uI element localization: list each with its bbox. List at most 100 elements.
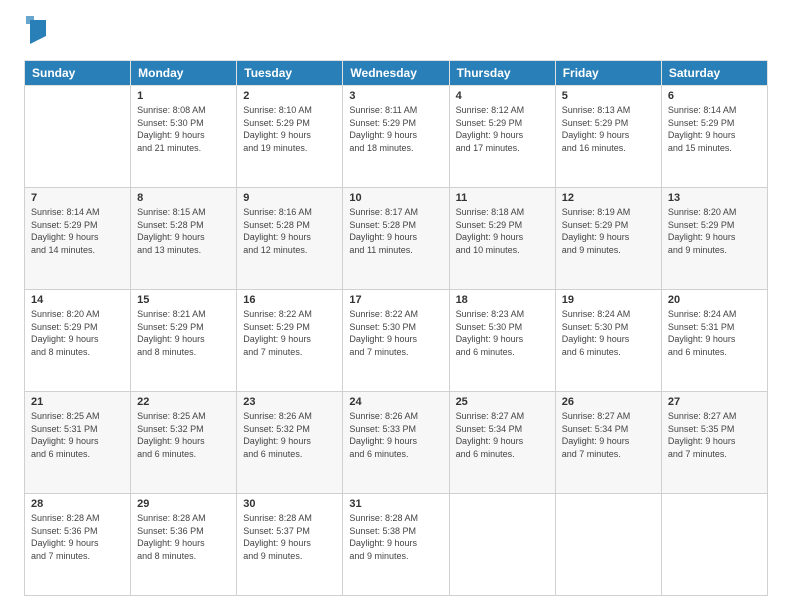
- day-info: Sunrise: 8:11 AM Sunset: 5:29 PM Dayligh…: [349, 104, 442, 154]
- page: SundayMondayTuesdayWednesdayThursdayFrid…: [0, 0, 792, 612]
- week-row-4: 28 Sunrise: 8:28 AM Sunset: 5:36 PM Dayli…: [25, 494, 768, 596]
- logo: [24, 20, 46, 48]
- calendar-cell: 11 Sunrise: 8:18 AM Sunset: 5:29 PM Dayli…: [449, 188, 555, 290]
- day-info: Sunrise: 8:16 AM Sunset: 5:28 PM Dayligh…: [243, 206, 336, 256]
- calendar-cell: 17 Sunrise: 8:22 AM Sunset: 5:30 PM Dayli…: [343, 290, 449, 392]
- day-number: 31: [349, 498, 442, 510]
- day-info: Sunrise: 8:17 AM Sunset: 5:28 PM Dayligh…: [349, 206, 442, 256]
- calendar-cell: 5Sunrise: 8:13 AM Sunset: 5:29 PM Daylig…: [555, 86, 661, 188]
- day-info: Sunrise: 8:15 AM Sunset: 5:28 PM Dayligh…: [137, 206, 230, 256]
- day-number: 7: [31, 192, 124, 204]
- day-number: 18: [456, 294, 549, 306]
- calendar-cell: [25, 86, 131, 188]
- day-number: 19: [562, 294, 655, 306]
- day-info: Sunrise: 8:28 AM Sunset: 5:38 PM Dayligh…: [349, 512, 442, 562]
- calendar-cell: 2 Sunrise: 8:10 AM Sunset: 5:29 PM Daylig…: [237, 86, 343, 188]
- day-info: Sunrise: 8:26 AM Sunset: 5:32 PM Dayligh…: [243, 410, 336, 460]
- day-header-sunday: Sunday: [25, 61, 131, 86]
- day-number: 16: [243, 294, 336, 306]
- day-number: 29: [137, 498, 230, 510]
- day-number: 12: [562, 192, 655, 204]
- day-info: Sunrise: 8:27 AM Sunset: 5:35 PM Dayligh…: [668, 410, 761, 460]
- calendar-table: SundayMondayTuesdayWednesdayThursdayFrid…: [24, 60, 768, 596]
- day-info: Sunrise: 8:12 AM Sunset: 5:29 PM Dayligh…: [456, 104, 549, 154]
- day-info: Sunrise: 8:27 AM Sunset: 5:34 PM Dayligh…: [562, 410, 655, 460]
- day-header-monday: Monday: [131, 61, 237, 86]
- calendar-cell: 25 Sunrise: 8:27 AM Sunset: 5:34 PM Dayli…: [449, 392, 555, 494]
- day-info: Sunrise: 8:18 AM Sunset: 5:29 PM Dayligh…: [456, 206, 549, 256]
- day-info: Sunrise: 8:25 AM Sunset: 5:31 PM Dayligh…: [31, 410, 124, 460]
- day-number: 14: [31, 294, 124, 306]
- calendar-cell: 16 Sunrise: 8:22 AM Sunset: 5:29 PM Dayli…: [237, 290, 343, 392]
- day-info: Sunrise: 8:10 AM Sunset: 5:29 PM Dayligh…: [243, 104, 336, 154]
- calendar-cell: [661, 494, 767, 596]
- day-info: Sunrise: 8:28 AM Sunset: 5:36 PM Dayligh…: [31, 512, 124, 562]
- day-number: 20: [668, 294, 761, 306]
- day-header-friday: Friday: [555, 61, 661, 86]
- calendar-cell: 29 Sunrise: 8:28 AM Sunset: 5:36 PM Dayli…: [131, 494, 237, 596]
- day-info: Sunrise: 8:28 AM Sunset: 5:36 PM Dayligh…: [137, 512, 230, 562]
- day-header-tuesday: Tuesday: [237, 61, 343, 86]
- day-number: 9: [243, 192, 336, 204]
- calendar-cell: 6 Sunrise: 8:14 AM Sunset: 5:29 PM Daylig…: [661, 86, 767, 188]
- calendar-cell: 10 Sunrise: 8:17 AM Sunset: 5:28 PM Dayli…: [343, 188, 449, 290]
- calendar-cell: 30 Sunrise: 8:28 AM Sunset: 5:37 PM Dayli…: [237, 494, 343, 596]
- calendar-cell: 18 Sunrise: 8:23 AM Sunset: 5:30 PM Dayli…: [449, 290, 555, 392]
- day-info: Sunrise: 8:14 AM Sunset: 5:29 PM Dayligh…: [31, 206, 124, 256]
- week-row-2: 14 Sunrise: 8:20 AM Sunset: 5:29 PM Dayli…: [25, 290, 768, 392]
- day-number: 13: [668, 192, 761, 204]
- calendar-cell: 20 Sunrise: 8:24 AM Sunset: 5:31 PM Dayli…: [661, 290, 767, 392]
- calendar-cell: 14 Sunrise: 8:20 AM Sunset: 5:29 PM Dayli…: [25, 290, 131, 392]
- day-number: 25: [456, 396, 549, 408]
- day-info: Sunrise: 8:25 AM Sunset: 5:32 PM Dayligh…: [137, 410, 230, 460]
- week-row-3: 21Sunrise: 8:25 AM Sunset: 5:31 PM Dayli…: [25, 392, 768, 494]
- day-number: 10: [349, 192, 442, 204]
- day-info: Sunrise: 8:13 AM Sunset: 5:29 PM Dayligh…: [562, 104, 655, 154]
- day-number: 1: [137, 90, 230, 102]
- day-number: 3: [349, 90, 442, 102]
- day-number: 28: [31, 498, 124, 510]
- day-info: Sunrise: 8:22 AM Sunset: 5:29 PM Dayligh…: [243, 308, 336, 358]
- day-header-saturday: Saturday: [661, 61, 767, 86]
- calendar-cell: 4 Sunrise: 8:12 AM Sunset: 5:29 PM Daylig…: [449, 86, 555, 188]
- day-number: 30: [243, 498, 336, 510]
- day-info: Sunrise: 8:08 AM Sunset: 5:30 PM Dayligh…: [137, 104, 230, 154]
- day-number: 17: [349, 294, 442, 306]
- day-number: 23: [243, 396, 336, 408]
- day-info: Sunrise: 8:24 AM Sunset: 5:31 PM Dayligh…: [668, 308, 761, 358]
- calendar-cell: 27 Sunrise: 8:27 AM Sunset: 5:35 PM Dayli…: [661, 392, 767, 494]
- calendar-cell: 7 Sunrise: 8:14 AM Sunset: 5:29 PM Daylig…: [25, 188, 131, 290]
- calendar-cell: 28 Sunrise: 8:28 AM Sunset: 5:36 PM Dayli…: [25, 494, 131, 596]
- day-number: 22: [137, 396, 230, 408]
- week-row-0: 1 Sunrise: 8:08 AM Sunset: 5:30 PM Daylig…: [25, 86, 768, 188]
- day-info: Sunrise: 8:20 AM Sunset: 5:29 PM Dayligh…: [668, 206, 761, 256]
- day-info: Sunrise: 8:27 AM Sunset: 5:34 PM Dayligh…: [456, 410, 549, 460]
- day-info: Sunrise: 8:28 AM Sunset: 5:37 PM Dayligh…: [243, 512, 336, 562]
- day-number: 26: [562, 396, 655, 408]
- day-number: 27: [668, 396, 761, 408]
- calendar-cell: [449, 494, 555, 596]
- calendar-cell: 26 Sunrise: 8:27 AM Sunset: 5:34 PM Dayli…: [555, 392, 661, 494]
- day-info: Sunrise: 8:23 AM Sunset: 5:30 PM Dayligh…: [456, 308, 549, 358]
- day-number: 2: [243, 90, 336, 102]
- day-info: Sunrise: 8:22 AM Sunset: 5:30 PM Dayligh…: [349, 308, 442, 358]
- calendar-cell: [555, 494, 661, 596]
- calendar-cell: 12 Sunrise: 8:19 AM Sunset: 5:29 PM Dayli…: [555, 188, 661, 290]
- calendar-cell: 15Sunrise: 8:21 AM Sunset: 5:29 PM Dayli…: [131, 290, 237, 392]
- day-number: 4: [456, 90, 549, 102]
- calendar-cell: 22 Sunrise: 8:25 AM Sunset: 5:32 PM Dayli…: [131, 392, 237, 494]
- day-header-wednesday: Wednesday: [343, 61, 449, 86]
- day-info: Sunrise: 8:14 AM Sunset: 5:29 PM Dayligh…: [668, 104, 761, 154]
- calendar-cell: 3 Sunrise: 8:11 AM Sunset: 5:29 PM Daylig…: [343, 86, 449, 188]
- calendar-cell: 1 Sunrise: 8:08 AM Sunset: 5:30 PM Daylig…: [131, 86, 237, 188]
- calendar-cell: 23 Sunrise: 8:26 AM Sunset: 5:32 PM Dayli…: [237, 392, 343, 494]
- logo-icon: [26, 16, 46, 44]
- day-number: 11: [456, 192, 549, 204]
- header: [24, 20, 768, 48]
- day-number: 15: [137, 294, 230, 306]
- day-number: 8: [137, 192, 230, 204]
- day-info: Sunrise: 8:20 AM Sunset: 5:29 PM Dayligh…: [31, 308, 124, 358]
- calendar-cell: 24Sunrise: 8:26 AM Sunset: 5:33 PM Dayli…: [343, 392, 449, 494]
- day-number: 6: [668, 90, 761, 102]
- day-info: Sunrise: 8:19 AM Sunset: 5:29 PM Dayligh…: [562, 206, 655, 256]
